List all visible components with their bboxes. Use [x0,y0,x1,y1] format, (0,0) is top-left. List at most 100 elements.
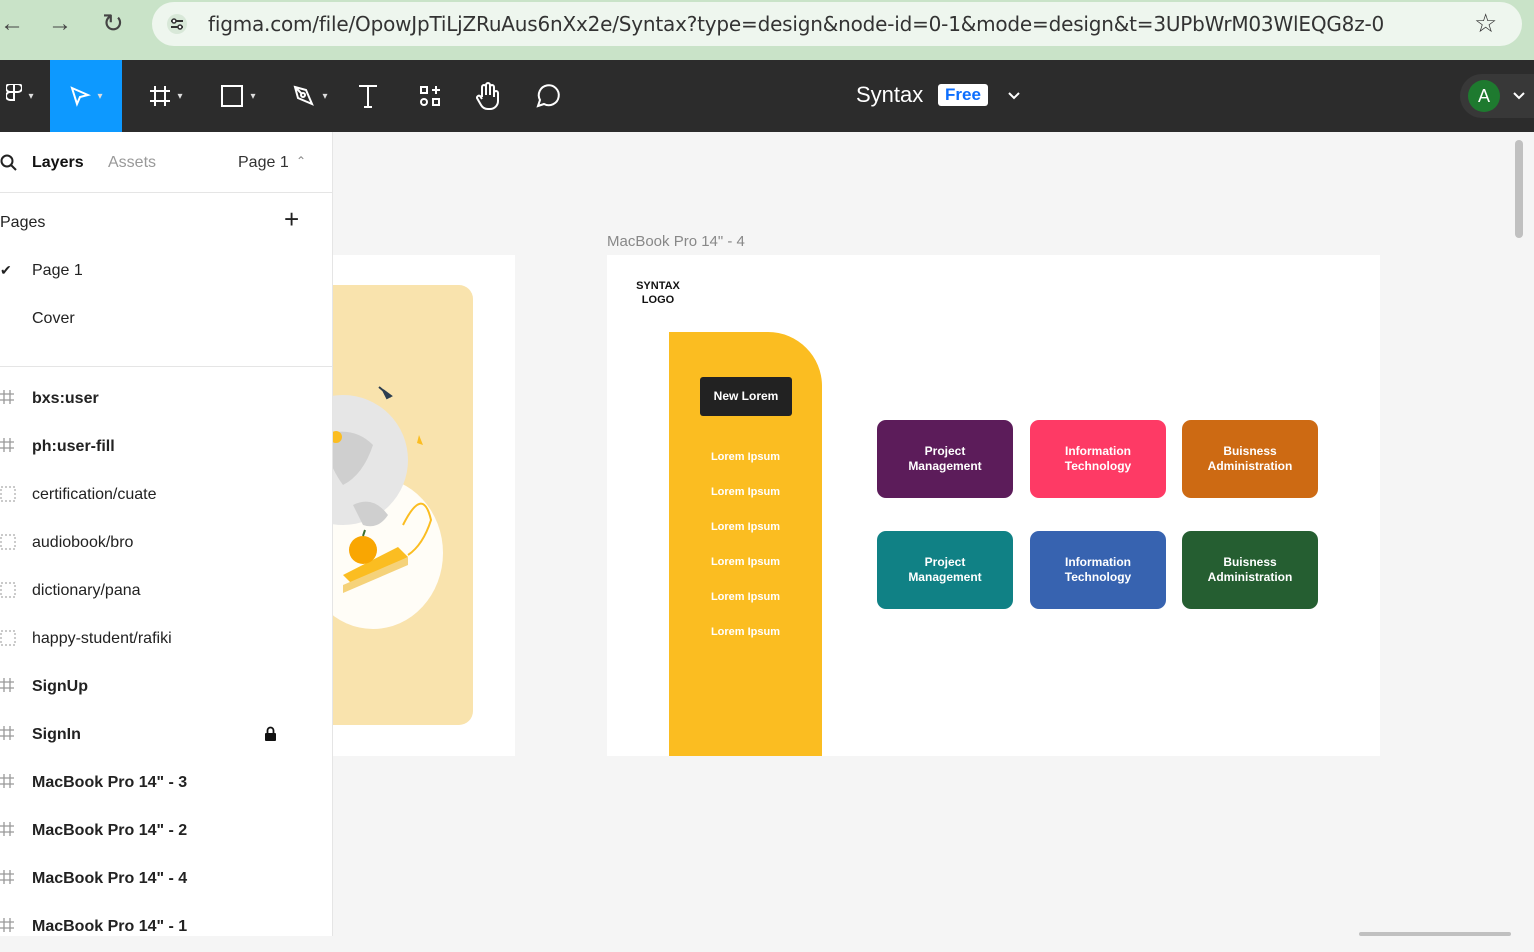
page-item-cover[interactable]: Cover [32,310,75,328]
horizontal-scrollbar[interactable] [1359,932,1511,936]
layer-name: MacBook Pro 14" - 2 [32,822,188,839]
frame-label[interactable]: MacBook Pro 14" - 4 [607,233,745,250]
search-icon[interactable] [0,154,18,172]
section-icon [0,630,18,648]
page-selector[interactable]: Page 1 [238,154,289,172]
card-title-line: Management [908,570,982,584]
signin-frame[interactable] [333,255,515,756]
comment-tool-button[interactable] [528,60,568,132]
card-title-line: Information [1065,444,1131,458]
vertical-scrollbar[interactable] [1515,140,1523,238]
card-title-line: Technology [1064,459,1132,473]
divider [0,366,332,367]
frame-icon [0,438,18,456]
app-sidebar: New Lorem Lorem Ipsum Lorem Ipsum Lorem Ip… [669,332,822,756]
frame-tool-button[interactable]: ▾ [138,60,194,132]
cursor-icon [70,86,92,107]
sidebar-menu-item[interactable]: Lorem Ipsum [669,521,822,533]
file-title[interactable]: Syntax [856,82,923,108]
frame-icon [0,726,18,744]
frame-icon [150,86,171,106]
main-menu-button[interactable]: ▾ [0,60,40,132]
category-card[interactable]: Information Technology [1030,531,1166,609]
figma-toolbar: ▾ ▾ ▾ ▾ ▾ Syntax Free A [0,60,1534,132]
pen-tool-button[interactable]: ▾ [282,60,338,132]
layer-name: dictionary/pana [32,582,141,599]
shape-tool-button[interactable]: ▾ [210,60,266,132]
back-button[interactable]: ← [0,10,24,38]
section-icon [0,534,18,552]
card-title-line: Administration [1207,570,1293,584]
layer-row[interactable]: ph:user-fill [0,424,332,472]
sidebar-menu-item[interactable]: Lorem Ipsum [669,591,822,603]
layer-row[interactable]: audiobook/bro [0,520,332,568]
avatar[interactable]: A [1468,80,1500,112]
text-tool-button[interactable] [350,60,386,132]
card-title-line: Project [924,555,966,569]
layer-row[interactable]: dictionary/pana [0,568,332,616]
rectangle-icon [221,85,244,107]
illustration-card [333,285,473,725]
forward-button[interactable]: → [48,10,72,38]
sidebar-menu-item[interactable]: Lorem Ipsum [669,626,822,638]
url-text: figma.com/file/OpowJpTiLjZRuAus6nXx2e/Sy… [208,12,1385,36]
category-card[interactable]: Project Management [877,420,1013,498]
category-card[interactable]: Buisness Administration [1182,420,1318,498]
sidebar-menu-item[interactable]: Lorem Ipsum [669,486,822,498]
hand-icon [476,82,499,111]
tab-assets[interactable]: Assets [108,154,156,172]
layer-row[interactable]: bxs:user [0,376,332,424]
layer-row[interactable]: SignIn [0,712,332,760]
canvas[interactable]: MacBook Pro 14" - 4 SYNTAX LOGO New Lore… [333,132,1534,936]
text-icon [359,85,377,108]
category-card[interactable]: Project Management [877,531,1013,609]
layer-row[interactable]: MacBook Pro 14" - 4 [0,856,332,904]
layer-row[interactable]: MacBook Pro 14" - 3 [0,760,332,808]
address-bar[interactable]: figma.com/file/OpowJpTiLjZRuAus6nXx2e/Sy… [152,2,1522,46]
category-card[interactable]: Buisness Administration [1182,531,1318,609]
page-item-page-1[interactable]: Page 1 [32,262,83,280]
sidebar-menu-item[interactable]: Lorem Ipsum [669,451,822,463]
figma-logo-icon [6,84,23,101]
tab-layers[interactable]: Layers [32,154,84,172]
card-title-line: Buisness [1223,444,1277,458]
card-title-line: Technology [1064,570,1132,584]
layer-name: bxs:user [32,390,99,407]
layer-row[interactable]: SignUp [0,664,332,712]
syntax-logo: SYNTAX LOGO [636,280,680,306]
pen-icon [294,85,315,106]
card-title-line: Buisness [1223,555,1277,569]
category-card[interactable]: Information Technology [1030,420,1166,498]
move-tool-button[interactable]: ▾ [50,60,122,132]
pages-header: Pages [0,214,46,231]
chevron-up-icon[interactable]: ⌃ [296,154,306,168]
hand-tool-button[interactable] [468,60,508,132]
file-menu-chevron-icon[interactable] [1002,60,1026,132]
account-chevron-icon[interactable] [1508,60,1530,132]
bookmark-star-icon[interactable]: ☆ [1474,8,1497,39]
site-settings-icon[interactable] [166,14,188,34]
macbook-frame[interactable]: SYNTAX LOGO New Lorem Lorem Ipsum Lorem I… [607,255,1380,756]
layer-name: MacBook Pro 14" - 3 [32,774,188,791]
frame-icon [0,774,18,792]
layer-name: SignIn [32,726,81,743]
layer-row[interactable]: happy-student/rafiki [0,616,332,664]
reload-button[interactable]: ↻ [102,8,124,39]
layer-row[interactable]: certification/cuate [0,472,332,520]
frame-icon [0,822,18,840]
layer-name: audiobook/bro [32,534,134,551]
layer-name: ph:user-fill [32,438,115,455]
new-lorem-button[interactable]: New Lorem [700,377,792,416]
layer-name: MacBook Pro 14" - 4 [32,870,188,887]
resources-tool-button[interactable] [410,60,450,132]
layer-row[interactable]: MacBook Pro 14" - 2 [0,808,332,856]
divider [0,192,332,193]
layer-row[interactable]: MacBook Pro 14" - 1 [0,904,332,952]
lock-icon[interactable] [264,726,277,747]
browser-bar: ← → ↻ figma.com/file/OpowJpTiLjZRuAus6nX… [0,0,1534,60]
layers-panel: Layers Assets Page 1 ⌃ Pages + ✔ Page 1 … [0,132,333,936]
layer-name: certification/cuate [32,486,157,503]
card-title-line: Management [908,459,982,473]
sidebar-menu-item[interactable]: Lorem Ipsum [669,556,822,568]
add-page-icon[interactable]: + [284,206,299,232]
